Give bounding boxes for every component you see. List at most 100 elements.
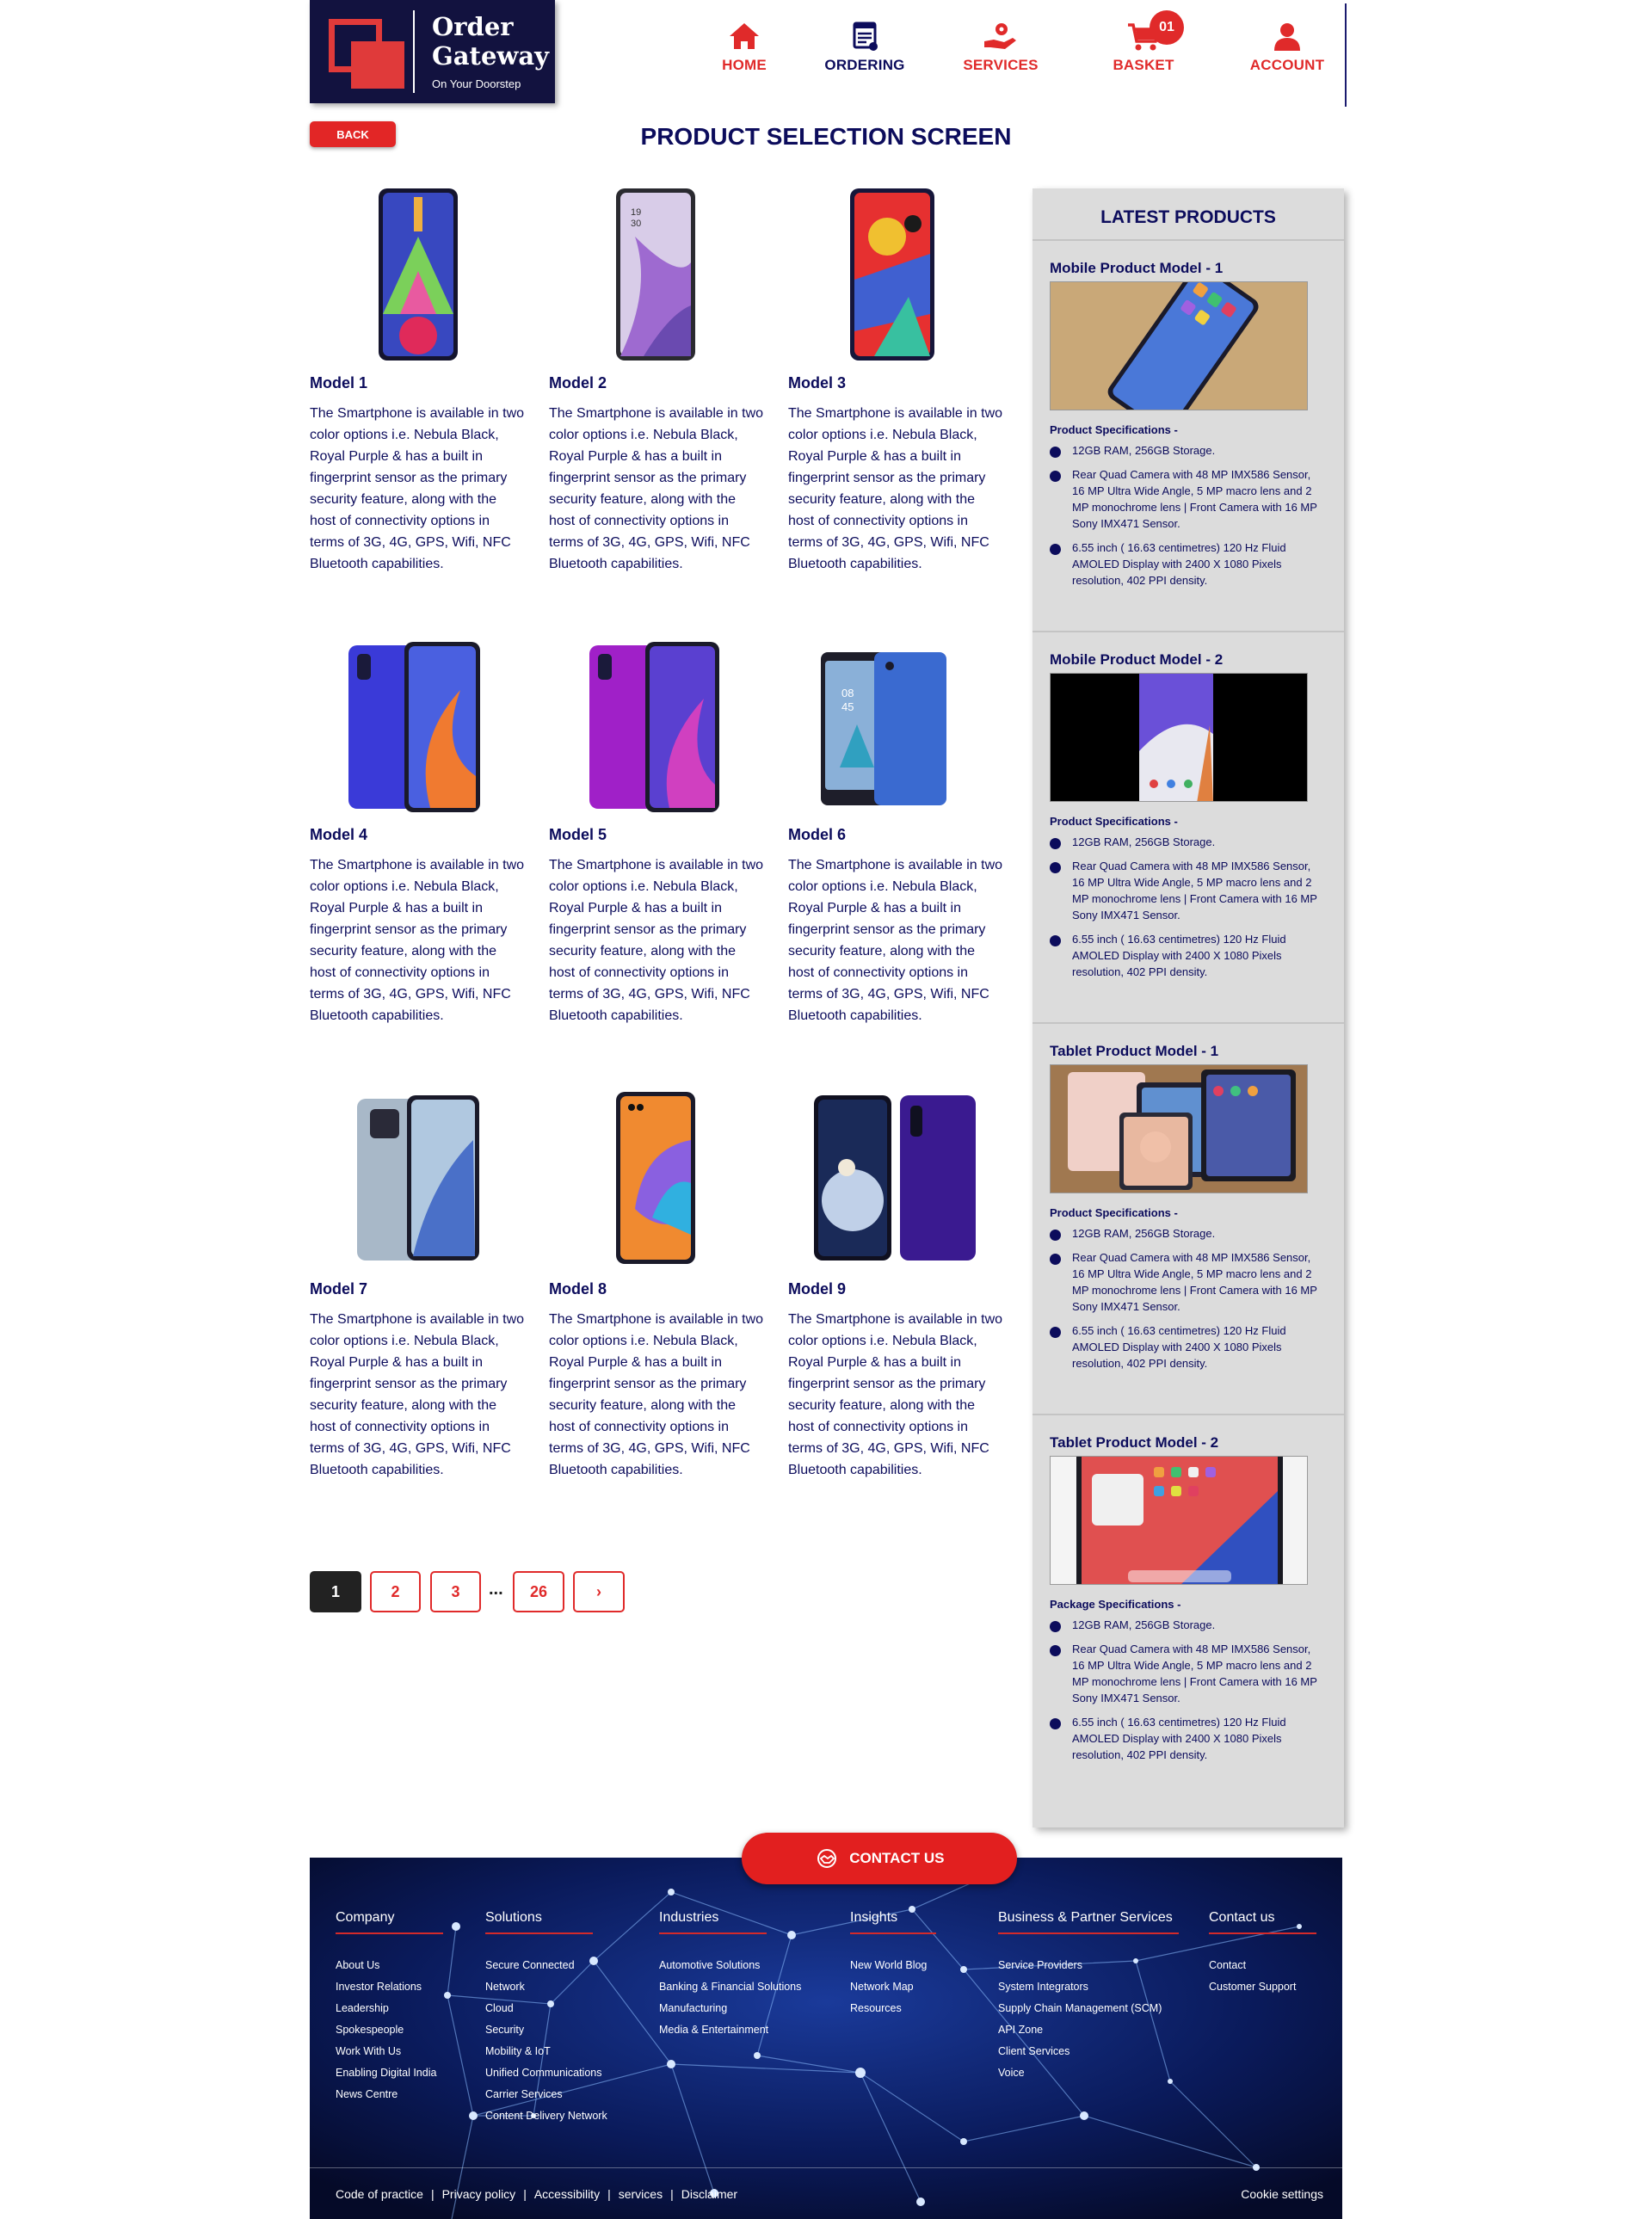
code-of-practice-link[interactable]: Code of practice <box>336 2187 423 2201</box>
footer-link[interactable]: Spokespeople <box>336 2019 443 2041</box>
footer-link[interactable]: Network Map <box>850 1976 936 1998</box>
footer-link[interactable]: Service Providers <box>998 1955 1179 1976</box>
sidebar-product[interactable]: Mobile Product Model - 2 Product Specifi… <box>1032 651 1344 1043</box>
footer-link[interactable]: Content Delivery Network <box>485 2105 607 2127</box>
product-image[interactable]: 08 45 <box>788 638 1016 819</box>
footer-link[interactable]: Leadership <box>336 1998 443 2019</box>
accessibility-link[interactable]: Accessibility <box>534 2187 600 2201</box>
product-image[interactable] <box>549 1088 777 1269</box>
services-link[interactable]: services <box>619 2187 663 2201</box>
separator: | <box>607 2187 611 2201</box>
product-name[interactable]: Model 7 <box>310 1280 367 1298</box>
contact-us-button[interactable]: CONTACT US <box>742 1833 1017 1884</box>
product-name[interactable]: Model 8 <box>549 1280 607 1298</box>
brand-logo[interactable]: Order Gateway On Your Doorstep <box>310 0 555 103</box>
footer-heading: Company <box>336 1910 443 1934</box>
page-3-button[interactable]: 3 <box>430 1571 481 1612</box>
sidebar-product[interactable]: Tablet Product Model - 2 Package Specifi… <box>1032 1434 1344 1826</box>
spec-item: 6.55 inch ( 16.63 centimetres) 120 Hz Fl… <box>1050 539 1325 589</box>
product-name[interactable]: Model 9 <box>788 1280 846 1298</box>
footer-link[interactable]: System Integrators <box>998 1976 1179 1998</box>
sidebar-product-image[interactable] <box>1050 1064 1308 1193</box>
logo-divider <box>413 10 415 93</box>
page-2-button[interactable]: 2 <box>370 1571 421 1612</box>
nav-services-label: SERVICES <box>963 57 1039 73</box>
footer-link[interactable]: Customer Support <box>1209 1976 1316 1998</box>
footer-link[interactable]: API Zone <box>998 2019 1179 2041</box>
separator: | <box>523 2187 527 2201</box>
sidebar-product-title[interactable]: Mobile Product Model - 2 <box>1050 651 1223 669</box>
product-name[interactable]: Model 2 <box>549 374 607 392</box>
footer-link[interactable]: Cloud <box>485 1998 607 2019</box>
footer-link[interactable]: Secure Connected <box>485 1955 607 1976</box>
product-image[interactable] <box>788 185 1016 366</box>
sidebar-spec-list: 12GB RAM, 256GB Storage. Rear Quad Camer… <box>1050 442 1325 596</box>
footer-link[interactable]: New World Blog <box>850 1955 936 1976</box>
sidebar-product-image[interactable] <box>1050 673 1308 802</box>
product-image[interactable] <box>310 185 538 366</box>
sidebar-product-image[interactable] <box>1050 1456 1308 1585</box>
page-1-button[interactable]: 1 <box>310 1571 361 1612</box>
footer-heading: Insights <box>850 1910 936 1934</box>
sidebar-product-title[interactable]: Tablet Product Model - 1 <box>1050 1043 1218 1060</box>
footer-legal-links: Code of practice | Privacy policy | Accessib… <box>336 2187 737 2201</box>
footer-link[interactable]: Voice <box>998 2062 1179 2084</box>
footer-link[interactable]: Manufacturing <box>659 1998 801 2019</box>
nav-home[interactable]: HOME <box>688 21 800 81</box>
handshake-icon <box>815 1849 850 1868</box>
footer-link[interactable]: Contact <box>1209 1955 1316 1976</box>
sidebar-product[interactable]: Tablet Product Model - 1 Product Specifi… <box>1032 1043 1344 1434</box>
sidebar-product-title[interactable]: Mobile Product Model - 1 <box>1050 260 1223 277</box>
product-name[interactable]: Model 6 <box>788 826 846 844</box>
next-page-button[interactable]: › <box>573 1571 625 1612</box>
privacy-policy-link[interactable]: Privacy policy <box>442 2187 516 2201</box>
footer-link[interactable]: News Centre <box>336 2084 443 2105</box>
back-button[interactable]: BACK <box>310 121 396 147</box>
sidebar-divider <box>1032 631 1344 632</box>
sidebar-product-image[interactable] <box>1050 281 1308 410</box>
footer-divider <box>310 2167 1342 2168</box>
page-26-button[interactable]: 26 <box>513 1571 564 1612</box>
product-name[interactable]: Model 3 <box>788 374 846 392</box>
product-image[interactable] <box>788 1088 1016 1269</box>
sidebar-product-title[interactable]: Tablet Product Model - 2 <box>1050 1434 1218 1452</box>
sidebar-title: LATEST PRODUCTS <box>1100 207 1276 227</box>
product-image[interactable] <box>310 1088 538 1269</box>
sidebar-divider <box>1032 1022 1344 1024</box>
svg-text:08: 08 <box>841 687 854 700</box>
footer-link[interactable]: Media & Entertainment <box>659 2019 801 2041</box>
product-description: The Smartphone is available in two color… <box>310 406 525 571</box>
nav-basket[interactable]: BASKET 01 <box>1088 10 1199 81</box>
footer-link[interactable]: Unified Communications <box>485 2062 607 2084</box>
disclaimer-link[interactable]: Disclaimer <box>681 2187 737 2201</box>
footer-link[interactable]: Mobility & IoT <box>485 2041 607 2062</box>
footer-link[interactable]: Automotive Solutions <box>659 1955 801 1976</box>
sidebar-product[interactable]: Mobile Product Model - 1 Product Specifi… <box>1032 260 1344 651</box>
product-image[interactable]: 19 30 <box>549 185 777 366</box>
svg-text:30: 30 <box>631 219 641 229</box>
nav-ordering[interactable]: ORDERING <box>809 21 921 81</box>
sidebar-divider <box>1032 239 1344 241</box>
spec-item: Rear Quad Camera with 48 MP IMX586 Senso… <box>1050 858 1325 923</box>
footer-heading: Contact us <box>1209 1910 1316 1934</box>
footer-link[interactable]: Resources <box>850 1998 936 2019</box>
nav-account[interactable]: ACCOUNT <box>1231 21 1343 81</box>
product-image[interactable] <box>310 638 538 819</box>
footer-link[interactable]: Carrier Services <box>485 2084 607 2105</box>
product-name[interactable]: Model 4 <box>310 826 367 844</box>
product-name[interactable]: Model 1 <box>310 374 367 392</box>
product-name[interactable]: Model 5 <box>549 826 607 844</box>
footer-link[interactable]: Investor Relations <box>336 1976 443 1998</box>
product-image[interactable] <box>549 638 777 819</box>
cookie-settings-link[interactable]: Cookie settings <box>1241 2187 1323 2201</box>
footer-link[interactable]: Network <box>485 1976 607 1998</box>
footer-link[interactable]: Work With Us <box>336 2041 443 2062</box>
footer-link[interactable]: Supply Chain Management (SCM) <box>998 1998 1179 2019</box>
footer-link[interactable]: Enabling Digital India <box>336 2062 443 2084</box>
nav-services[interactable]: SERVICES <box>945 21 1057 81</box>
sidebar-spec-heading: Product Specifications - <box>1050 423 1178 436</box>
footer-link[interactable]: Security <box>485 2019 607 2041</box>
footer-link[interactable]: Banking & Financial Solutions <box>659 1976 801 1998</box>
footer-link[interactable]: About Us <box>336 1955 443 1976</box>
footer-link[interactable]: Client Services <box>998 2041 1179 2062</box>
